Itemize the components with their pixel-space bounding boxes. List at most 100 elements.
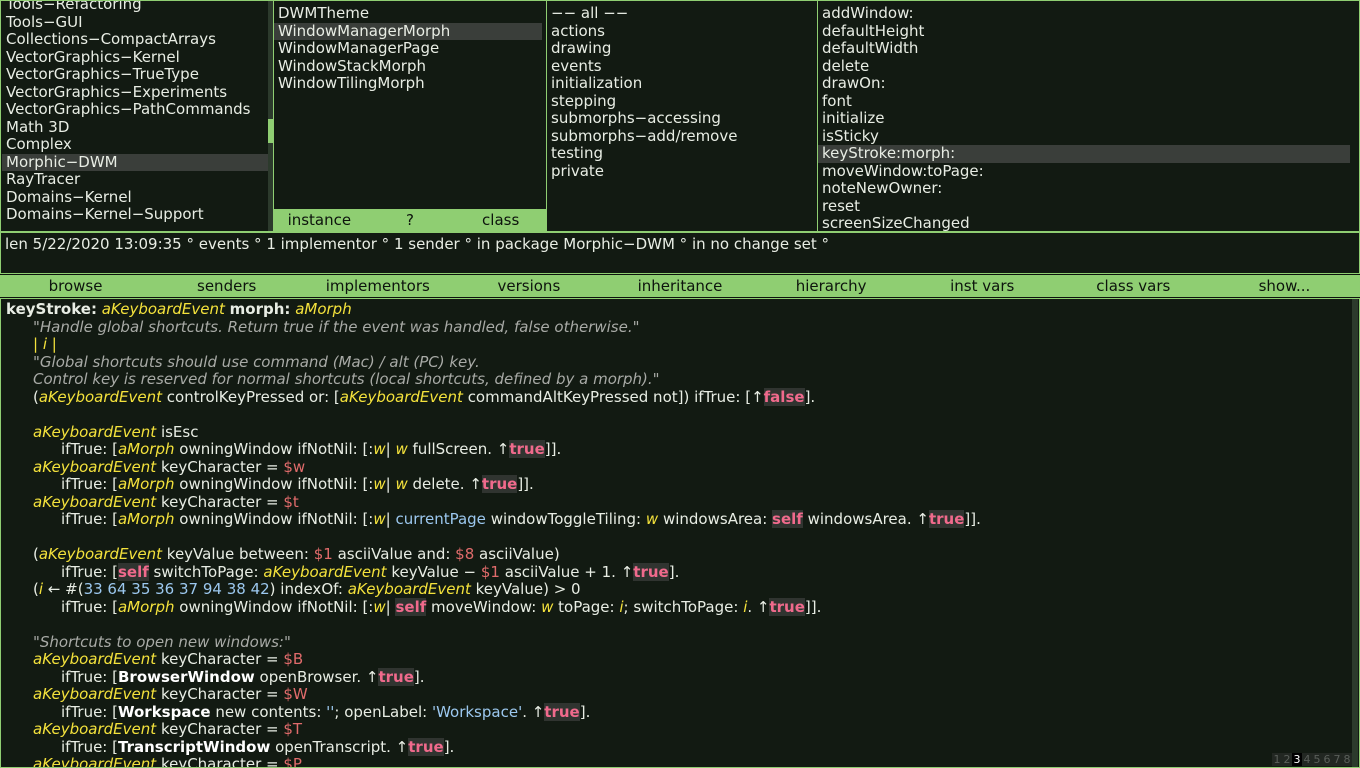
code-arg: aMorph [117, 440, 175, 458]
browser-senders-button[interactable]: senders [151, 275, 302, 297]
method-list-item[interactable]: font [818, 92, 1350, 111]
method-list-item[interactable]: reset [818, 197, 1350, 216]
category-list-item[interactable]: VectorGraphics−Kernel [2, 48, 268, 67]
category-list-item[interactable]: VectorGraphics−TrueType [2, 65, 268, 84]
code-text: ifTrue: [ [61, 510, 118, 528]
desktop-page-button[interactable]: 8 [1342, 753, 1352, 766]
code-temp: w [541, 597, 554, 616]
desktop-page-button[interactable]: 7 [1332, 753, 1342, 766]
code-text: keyCharacter = [160, 492, 284, 511]
method-annotation: len 5/22/2020 13:09:35 ° events ° 1 impl… [0, 232, 1360, 274]
desktop-page-button[interactable]: 6 [1322, 753, 1332, 766]
code-text: ifTrue: [ [61, 475, 118, 493]
method-list-item[interactable]: initialize [818, 109, 1350, 128]
class-list-item[interactable]: WindowManagerMorph [274, 22, 542, 40]
desktop-page-button[interactable]: 2 [1282, 753, 1292, 766]
category-list-item[interactable]: Domains−Kernel [2, 188, 268, 207]
code-pseudo: self [117, 562, 149, 581]
code-text: ifTrue: [ [61, 597, 118, 616]
method-list-item[interactable]: delete [818, 57, 1350, 76]
browser-browse-button[interactable]: browse [0, 275, 151, 297]
protocol-list-item[interactable]: events [547, 57, 817, 76]
protocol-list-item[interactable]: submorphs−accessing [547, 109, 817, 128]
code-temp: i [619, 597, 624, 616]
browser-inheritance-button[interactable]: inheritance [604, 275, 755, 297]
code-text: ifTrue: [ [61, 702, 118, 721]
code-text: isEsc [160, 422, 199, 441]
class-list-item[interactable]: WindowManagerPage [274, 39, 542, 58]
code-text: commandAltKeyPressed not]) ifTrue: [↑ [467, 387, 764, 406]
code-temp: w [373, 597, 386, 616]
method-list-pane[interactable]: addWindow: defaultHeight defaultWidth delet… [817, 0, 1360, 232]
method-list-item[interactable]: moveWindow:toPage: [818, 162, 1350, 181]
method-list-item[interactable]: keyStroke:morph: [818, 144, 1350, 163]
code-arg: aKeyboardEvent [33, 492, 157, 511]
category-list-item[interactable]: Complex [2, 135, 268, 154]
code-pseudo: true [769, 597, 805, 616]
protocol-list-item[interactable]: stepping [547, 92, 817, 111]
method-list-item[interactable]: defaultHeight [818, 22, 1350, 41]
protocol-list-pane[interactable]: −− all −− actions drawing events initializat… [546, 0, 818, 232]
code-pseudo: true [378, 667, 414, 686]
code-char: $1 [313, 545, 333, 563]
code-text: asciiValue) [479, 545, 560, 563]
protocol-list-item[interactable]: private [547, 162, 817, 181]
code-ivar: currentPage [395, 510, 486, 528]
category-list-item[interactable]: RayTracer [2, 170, 268, 189]
protocol-list-item[interactable]: submorphs−add/remove [547, 127, 817, 146]
category-list-item[interactable]: Domains−Kernel−Support [2, 205, 268, 224]
code-scrollbar[interactable] [1352, 299, 1358, 767]
code-pseudo: true [544, 702, 580, 721]
browser-show-button[interactable]: show... [1209, 275, 1360, 297]
code-text: toPage: [558, 597, 615, 616]
desktop-page-button[interactable]: 4 [1302, 753, 1312, 766]
class-comment-button[interactable]: ? [365, 209, 456, 231]
class-list-item[interactable]: WindowStackMorph [274, 57, 542, 76]
code-text: new contents: [215, 702, 327, 721]
code-arg: aKeyboardEvent [33, 720, 157, 738]
protocol-list-item[interactable]: actions [547, 22, 817, 41]
class-side-button[interactable]: class [455, 209, 546, 231]
method-list-item[interactable]: addWindow: [818, 4, 1350, 23]
code-text: ) indexOf: [269, 580, 348, 598]
protocol-list-item[interactable]: drawing [547, 39, 817, 58]
category-list-item[interactable]: Morphic−DWM [2, 153, 268, 171]
category-list-item[interactable]: Collections−CompactArrays [2, 30, 268, 49]
category-list-item[interactable]: Math 3D [2, 118, 268, 137]
category-list-pane[interactable]: Tools−Refactoring Tools−GUI Collections−Co… [0, 0, 274, 232]
category-list-item[interactable]: VectorGraphics−Experiments [2, 83, 268, 102]
browser-class-vars-button[interactable]: class vars [1058, 275, 1209, 297]
method-list-item[interactable]: isSticky [818, 127, 1350, 146]
method-list-item[interactable]: defaultWidth [818, 39, 1350, 58]
code-scroll-thumb[interactable] [1352, 299, 1358, 619]
code-pane[interactable]: keyStroke: aKeyboardEvent morph: aMorph … [0, 298, 1360, 768]
code-text: owningWindow ifNotNil: [: [179, 597, 374, 616]
category-list-item[interactable]: VectorGraphics−PathCommands [2, 100, 268, 119]
code-temp: w [373, 475, 386, 493]
browser-hierarchy-button[interactable]: hierarchy [756, 275, 907, 297]
desktop-page-button[interactable]: 5 [1312, 753, 1322, 766]
desktop-page-button[interactable]: 1 [1272, 753, 1282, 766]
code-text: openBrowser. ↑ [259, 667, 379, 686]
category-list-item[interactable]: Tools−GUI [2, 13, 268, 32]
protocol-list-item[interactable]: −− all −− [547, 4, 817, 23]
code-temps: | i | [33, 335, 57, 353]
code-arg: aKeyboardEvent [33, 650, 157, 668]
method-list-item[interactable]: screenSizeChanged [818, 214, 1350, 231]
browser-inst-vars-button[interactable]: inst vars [907, 275, 1058, 297]
code-arg: aMorph [295, 300, 352, 318]
class-list-item[interactable]: DWMTheme [274, 4, 542, 23]
protocol-list-item[interactable]: initialization [547, 74, 817, 93]
code-char: $W [283, 685, 308, 703]
instance-button[interactable]: instance [274, 209, 365, 231]
method-list-item[interactable]: drawOn: [818, 74, 1350, 93]
class-list-item[interactable]: WindowTilingMorph [274, 74, 542, 93]
category-list-item[interactable]: Tools−Refactoring [2, 1, 268, 14]
code-text: moveWindow: [431, 597, 537, 616]
class-list-pane[interactable]: DWMTheme WindowManagerMorph WindowManagerP… [273, 0, 547, 232]
protocol-list-item[interactable]: testing [547, 144, 817, 163]
method-list-item[interactable]: noteNewOwner: [818, 179, 1350, 198]
browser-implementors-button[interactable]: implementors [302, 275, 453, 297]
desktop-page-button[interactable]: 3 [1292, 753, 1302, 766]
browser-versions-button[interactable]: versions [453, 275, 604, 297]
